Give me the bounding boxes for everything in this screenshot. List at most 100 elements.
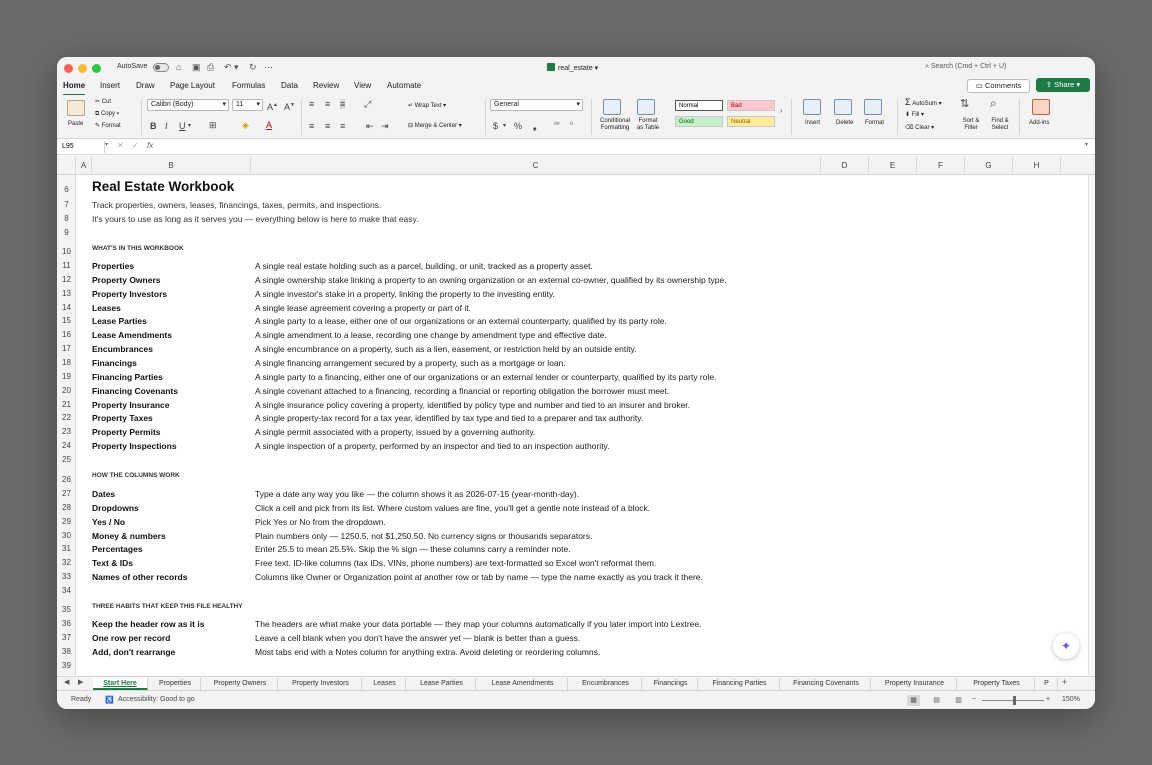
- insert-cells-icon[interactable]: [803, 99, 821, 115]
- decrease-indent-icon[interactable]: ⇤: [366, 121, 374, 131]
- row-number[interactable]: 24: [57, 441, 76, 450]
- row-description-cell[interactable]: A single party to a financing, either on…: [255, 372, 716, 382]
- wrap-text-button[interactable]: ↵ Wrap Text ▾: [408, 103, 446, 110]
- row-description-cell[interactable]: A single lease agreement covering a prop…: [255, 303, 471, 313]
- autosum-button[interactable]: Σ AutoSum ▾: [905, 98, 942, 108]
- sheet-tab[interactable]: Property Insurance: [873, 678, 957, 690]
- increase-indent-icon[interactable]: ⇥: [381, 121, 389, 131]
- sheet-tab[interactable]: Properties: [150, 678, 201, 690]
- zoom-in-icon[interactable]: +: [1046, 696, 1050, 703]
- row-number[interactable]: 15: [57, 316, 76, 325]
- conditional-formatting-icon[interactable]: [603, 99, 621, 115]
- sort-filter-icon[interactable]: ⇅: [960, 99, 969, 110]
- home-icon[interactable]: ⌂: [176, 62, 181, 73]
- row-description-cell[interactable]: A single ownership stake linking a prope…: [255, 275, 727, 285]
- row-label-cell[interactable]: Financings: [92, 358, 137, 368]
- add-sheet-icon[interactable]: +: [1062, 677, 1067, 687]
- italic-button[interactable]: I: [165, 121, 168, 131]
- tab-automate[interactable]: Automate: [387, 81, 421, 90]
- sheet-tab[interactable]: Financing Covenants: [782, 678, 871, 690]
- tab-page-layout[interactable]: Page Layout: [170, 81, 215, 90]
- currency-dropdown-icon[interactable]: ▾: [503, 121, 506, 131]
- row-description-cell[interactable]: The headers are what make your data port…: [255, 619, 701, 629]
- row-label-cell[interactable]: One row per record: [92, 633, 170, 643]
- row-description-cell[interactable]: Free text. ID-like columns (tax IDs, VIN…: [255, 558, 656, 568]
- styles-more-icon[interactable]: ›: [780, 107, 782, 117]
- borders-icon[interactable]: ⊞: [209, 120, 217, 130]
- zoom-out-icon[interactable]: −: [972, 696, 976, 703]
- row-number[interactable]: 36: [57, 619, 76, 628]
- vertical-scrollbar[interactable]: [1088, 175, 1095, 675]
- row-label-cell[interactable]: Financing Parties: [92, 372, 163, 382]
- row-description-cell[interactable]: A single encumbrance on a property, such…: [255, 344, 636, 354]
- sheet-tab[interactable]: P: [1036, 678, 1058, 690]
- column-header-f[interactable]: F: [917, 156, 965, 175]
- row-description-cell[interactable]: A single party to a lease, either one of…: [255, 316, 667, 326]
- sheet-title[interactable]: Real Estate Workbook: [92, 179, 234, 194]
- style-normal[interactable]: Normal: [675, 100, 723, 111]
- row-description-cell[interactable]: Click a cell and pick from its list. Whe…: [255, 503, 650, 513]
- add-ins-icon[interactable]: [1032, 99, 1050, 115]
- row-description-cell[interactable]: A single investor's stake in a property,…: [255, 289, 555, 299]
- find-select-label[interactable]: Find & Select: [987, 118, 1013, 132]
- save-icon[interactable]: ▣: [192, 62, 201, 73]
- number-format-select[interactable]: General ▾: [490, 99, 583, 111]
- sheet-tab[interactable]: Property Owners: [203, 678, 278, 690]
- row-number[interactable]: 20: [57, 386, 76, 395]
- share-button[interactable]: ⇪ Share ▾: [1036, 78, 1090, 92]
- row-label-cell[interactable]: Property Insurance: [92, 400, 169, 410]
- paste-label[interactable]: Paste: [68, 121, 83, 128]
- row-number[interactable]: 34: [57, 586, 76, 595]
- row-number[interactable]: 29: [57, 517, 76, 526]
- zoom-level[interactable]: 150%: [1062, 696, 1080, 703]
- column-header-e[interactable]: E: [869, 156, 917, 175]
- name-box-dropdown-icon[interactable]: ▾: [105, 141, 108, 148]
- row-number[interactable]: 11: [57, 261, 76, 270]
- close-window-button[interactable]: [64, 64, 73, 73]
- row-number[interactable]: 19: [57, 372, 76, 381]
- row-number[interactable]: 30: [57, 531, 76, 540]
- row-label-cell[interactable]: Properties: [92, 261, 134, 271]
- row-number[interactable]: 39: [57, 661, 76, 670]
- row-label-cell[interactable]: Encumbrances: [92, 344, 153, 354]
- row-label-cell[interactable]: Property Permits: [92, 427, 161, 437]
- row-label-cell[interactable]: Lease Amendments: [92, 330, 172, 340]
- row-description-cell[interactable]: Pick Yes or No from the dropdown.: [255, 517, 386, 527]
- row-label-cell[interactable]: Yes / No: [92, 517, 125, 527]
- decrease-decimal-icon[interactable]: ⁰: [570, 121, 573, 131]
- align-left-icon[interactable]: ≡: [309, 121, 314, 131]
- font-size-select[interactable]: 11 ▾: [232, 99, 263, 111]
- row-number[interactable]: 31: [57, 544, 76, 553]
- row-label-cell[interactable]: Property Inspections: [92, 441, 177, 451]
- row-description-cell[interactable]: Enter 25.5 to mean 25.5%. Skip the % sig…: [255, 544, 571, 554]
- row-description-cell[interactable]: A single property-tax record for a tax y…: [255, 413, 643, 423]
- underline-dropdown-icon[interactable]: ▾: [188, 121, 191, 131]
- tab-view[interactable]: View: [354, 81, 371, 90]
- comments-button[interactable]: ▭ Comments: [967, 79, 1030, 93]
- tab-review[interactable]: Review: [313, 81, 339, 90]
- increase-font-icon[interactable]: A▲: [267, 100, 278, 112]
- row-label-cell[interactable]: Property Owners: [92, 275, 161, 285]
- row-number[interactable]: 13: [57, 289, 76, 298]
- clear-button[interactable]: ⌫ Clear ▾: [905, 125, 934, 132]
- merge-center-button[interactable]: ⊟ Merge & Center ▾: [408, 123, 462, 130]
- row-number[interactable]: 32: [57, 558, 76, 567]
- row-number[interactable]: 17: [57, 344, 76, 353]
- align-right-icon[interactable]: ≡: [340, 121, 345, 131]
- section-heading[interactable]: HOW THE COLUMNS WORK: [92, 472, 180, 479]
- row-description-cell[interactable]: A single real estate holding such as a p…: [255, 261, 593, 271]
- row-label-cell[interactable]: Lease Parties: [92, 316, 147, 326]
- row-number[interactable]: 10: [57, 247, 76, 256]
- insert-cells-label[interactable]: Insert: [805, 120, 820, 127]
- sheet-tab[interactable]: Start Here: [93, 678, 148, 690]
- accessibility-status[interactable]: Accessibility: Good to go: [118, 696, 195, 703]
- section-heading[interactable]: WHAT'S IN THIS WORKBOOK: [92, 245, 184, 252]
- row-description-cell[interactable]: Type a date any way you like — the colum…: [255, 489, 579, 499]
- scroll-tabs-left-icon[interactable]: ◀: [64, 678, 69, 686]
- more-icon[interactable]: ⋯: [264, 62, 273, 73]
- row-number[interactable]: 38: [57, 647, 76, 656]
- row-number[interactable]: 23: [57, 427, 76, 436]
- align-middle-icon[interactable]: ≡: [325, 99, 330, 109]
- row-label-cell[interactable]: Dates: [92, 489, 115, 499]
- column-header-d[interactable]: D: [821, 156, 869, 175]
